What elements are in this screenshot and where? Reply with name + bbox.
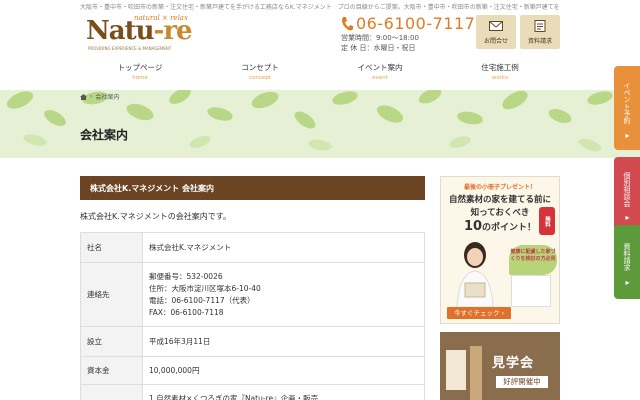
ad-points-text: のポイント！ [482, 223, 537, 233]
open-house-ad-banner[interactable]: 見学会 好評開催中 [440, 332, 560, 400]
booklet-ad-banner[interactable]: 最後の小冊子プレゼント！ 自然素材の家を建てる前に 知っておくべき 10のポイン… [440, 176, 560, 324]
closed-days: 定 休 日：水曜日・祝日 [341, 44, 416, 52]
contact-details: 郵便番号：532-0026 住所：大阪市淀川区塚本6-10-40 電話：06-6… [142, 262, 425, 327]
main-nav: トップページ home コンセプト concept イベント案内 event 住… [80, 62, 560, 86]
table-row: 設立 平成16年3月11日 [80, 326, 425, 357]
breadcrumb: › 会社案内 [80, 92, 119, 101]
row-value: 株式会社K.マネジメント [142, 232, 425, 263]
table-row: 社名 株式会社K.マネジメント [80, 232, 425, 263]
nav-label: トップページ [117, 63, 163, 72]
opening-hours: 営業時間：9:00～18:00 [341, 34, 419, 42]
business-hours: 営業時間：9:00～18:00 定 休 日：水曜日・祝日 [341, 33, 419, 53]
contact-button-label: お問合せ [483, 38, 508, 45]
request-docs-label: 資料請求 [527, 38, 552, 45]
row-value: 10,000,000円 [142, 356, 425, 385]
logo-wordmark-b: -re [153, 16, 193, 46]
side-tab-label: 個別相談会 [623, 171, 631, 207]
phone-icon [342, 17, 353, 31]
nav-item-event[interactable]: イベント案内 event [320, 62, 440, 86]
chevron-down-icon: ▸ [623, 277, 632, 287]
mail-icon [489, 21, 503, 31]
table-row: 1.自然素材×くつろぎの家『Natu-re』企画・販売 [80, 384, 425, 400]
logo-tagline: PROVIDING EXPERIENCE & MANAGEMENT [88, 46, 172, 51]
telephone[interactable]: 電話：06-6100-7117（代表） [149, 295, 418, 307]
phone-number: 06-6100-7117 [356, 14, 476, 33]
postal-code: 郵便番号：532-0026 [149, 271, 223, 281]
request-docs-button[interactable]: 資料請求 [520, 15, 560, 49]
window-image [446, 350, 466, 390]
home-icon[interactable] [80, 93, 87, 100]
door-image [470, 346, 482, 400]
nav-sublabel: concept [249, 75, 271, 81]
side-tab-consultation[interactable]: 個別相談会 ▸ [614, 157, 640, 231]
table-row: 連絡先 郵便番号：532-0026 住所：大阪市淀川区塚本6-10-40 電話：… [80, 262, 425, 327]
nav-item-home[interactable]: トップページ home [80, 62, 200, 86]
row-label: 連絡先 [80, 262, 143, 327]
row-value: 1.自然素材×くつろぎの家『Natu-re』企画・販売 [142, 384, 425, 400]
page-title: 会社案内 [80, 128, 129, 142]
address: 住所：大阪市淀川区塚本6-10-40 [149, 283, 261, 293]
row-value: 平成16年3月11日 [142, 326, 425, 357]
booklet-image [511, 275, 551, 307]
contact-button[interactable]: お問合せ [476, 15, 516, 49]
nav-item-concept[interactable]: コンセプト concept [200, 62, 320, 86]
fax: FAX：06-6100-7118 [149, 307, 224, 317]
check-now-button[interactable]: 今すぐチェック › [447, 307, 511, 319]
chevron-down-icon: ▸ [623, 213, 632, 223]
section-heading: 株式会社K.マネジメント 会社案内 [80, 176, 425, 200]
nav-label: コンセプト [241, 63, 279, 72]
nav-sublabel: works [491, 75, 509, 81]
ad-headline: 最後の小冊子プレゼント！ [463, 184, 536, 191]
site-logo[interactable]: natural × relax Natu-re PROVIDING EXPERI… [86, 14, 193, 51]
logo-wordmark: Natu-re [86, 16, 193, 46]
breadcrumb-current: 会社案内 [95, 94, 120, 101]
nav-label: イベント案内 [357, 63, 403, 72]
open-house-subtitle: 好評開催中 [496, 376, 548, 388]
logo-wordmark-a: Natu [86, 16, 155, 46]
side-tab-event-reservation[interactable]: イベント予約 ▸ [614, 66, 640, 150]
side-tab-request-docs[interactable]: 資料請求 ▸ [614, 225, 640, 299]
header-tagline: 大阪市・豊中市・吹田市の新築・注文住宅・新築戸建てを手がける工務店ならK.マネジ… [80, 4, 560, 11]
section-intro: 株式会社K.マネジメントの会社案内です。 [80, 212, 231, 221]
chevron-down-icon: ▸ [623, 130, 632, 140]
nav-item-works[interactable]: 住宅施工例 works [440, 62, 560, 86]
nav-sublabel: home [132, 75, 148, 81]
row-label: 資本金 [80, 356, 143, 385]
side-tab-label: 資料請求 [623, 243, 631, 272]
table-row: 資本金 10,000,000円 [80, 356, 425, 385]
ad-leaf-callout: 健康に配慮した家づくりを検討の方必見 [509, 245, 557, 275]
row-label: 設立 [80, 326, 143, 357]
nav-label: 住宅施工例 [481, 63, 519, 72]
free-badge: 無料 [539, 207, 555, 235]
woman-reading-image [456, 242, 494, 307]
row-label [80, 384, 143, 400]
company-info-table: 社名 株式会社K.マネジメント 連絡先 郵便番号：532-0026 住所：大阪市… [80, 232, 425, 400]
ad-points-number: 10 [463, 219, 483, 234]
open-house-title: 見学会 [492, 356, 535, 371]
row-label: 社名 [80, 232, 143, 263]
ad-title-line1: 自然素材の家を建てる前に [448, 195, 551, 205]
side-tab-label: イベント予約 [623, 82, 631, 125]
document-icon [534, 20, 546, 32]
breadcrumb-separator: › [90, 93, 93, 100]
nav-sublabel: event [372, 75, 388, 81]
